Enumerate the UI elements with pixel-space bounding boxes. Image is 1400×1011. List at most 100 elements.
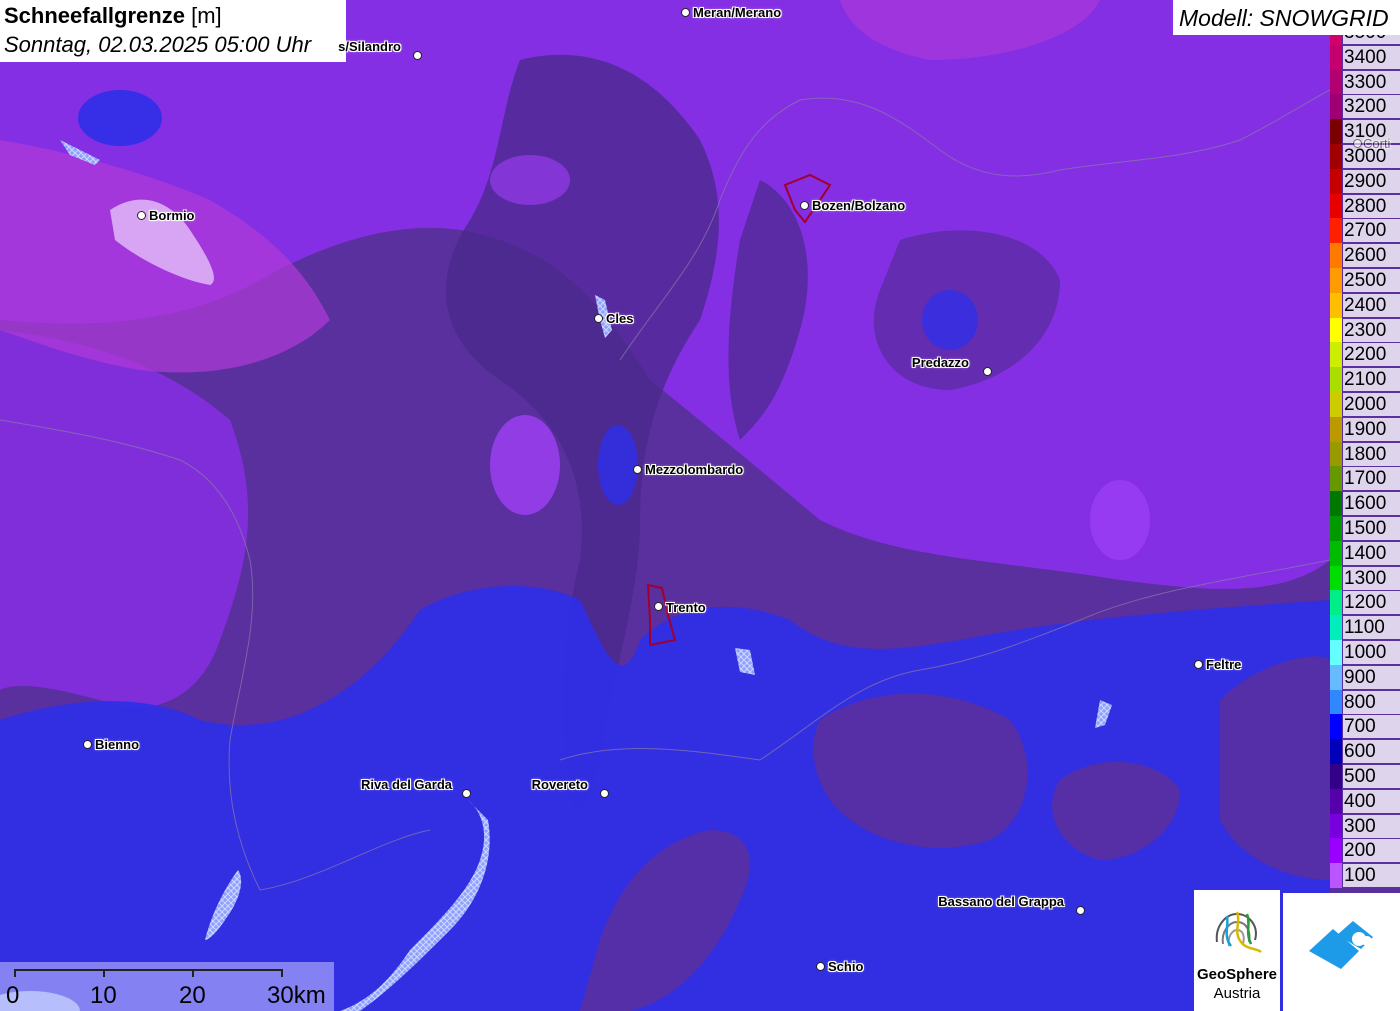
legend-label: 1400 xyxy=(1343,541,1400,565)
legend-item: 700 xyxy=(1328,714,1400,740)
legend-label: 1300 xyxy=(1343,566,1400,590)
legend-swatch xyxy=(1330,590,1342,616)
city-label: Bozen/Bolzano xyxy=(812,198,906,213)
scale-label: 10 xyxy=(90,982,117,1009)
city-label: Bienno xyxy=(95,737,140,752)
legend-swatch xyxy=(1330,813,1342,839)
city-label: Bormio xyxy=(149,208,195,223)
map-title: Schneefallgrenze [m] xyxy=(4,3,222,29)
legend-item: 2500 xyxy=(1328,268,1400,293)
legend-swatch xyxy=(1330,144,1342,169)
geosphere-logo[interactable]: GeoSphere Austria xyxy=(1194,890,1280,1011)
legend-swatch xyxy=(1330,193,1342,219)
legend-label: 200 xyxy=(1343,839,1400,863)
light-violet-patch-center xyxy=(490,415,560,515)
legend-swatch xyxy=(1330,168,1342,194)
legend-item: 2100 xyxy=(1328,367,1400,392)
legend-label: 700 xyxy=(1343,715,1400,739)
city-label: Meran/Merano xyxy=(693,5,782,20)
legend-label: 3500 xyxy=(1343,35,1400,44)
legend-label: 400 xyxy=(1343,789,1400,813)
legend-item: 2800 xyxy=(1328,193,1400,219)
legend-swatch xyxy=(1330,292,1342,318)
city-dot xyxy=(681,8,690,17)
title-unit: [m] xyxy=(191,3,222,28)
city-dot xyxy=(1353,139,1362,148)
fingerprint-icon xyxy=(1215,911,1262,954)
legend-label: 800 xyxy=(1343,690,1400,714)
city-dot xyxy=(600,789,609,798)
legend-label: 900 xyxy=(1343,665,1400,689)
legend-swatch xyxy=(1330,342,1342,368)
city-label: Corti xyxy=(1363,136,1391,151)
city-dot xyxy=(654,602,663,611)
legend-label: 300 xyxy=(1343,814,1400,838)
scale-tick xyxy=(103,969,105,977)
legend-item: 2200 xyxy=(1328,342,1400,368)
model-label: Modell: SNOWGRID xyxy=(1179,5,1389,31)
legend-label: 2700 xyxy=(1343,219,1400,243)
city-dot xyxy=(816,962,825,971)
legend-label: 1000 xyxy=(1343,641,1400,664)
city-dot xyxy=(462,789,471,798)
legend-label: 2900 xyxy=(1343,169,1400,193)
legend-swatch xyxy=(1330,35,1342,45)
snow-cloud-icon xyxy=(1309,921,1373,969)
legend-label: 2000 xyxy=(1343,393,1400,416)
legend-item: 2600 xyxy=(1328,243,1400,268)
snowfall-limit-map[interactable] xyxy=(0,0,1400,1011)
legend-swatch xyxy=(1330,788,1342,814)
legend-swatch xyxy=(1330,441,1342,467)
scale-tick xyxy=(281,969,283,977)
color-legend: 3500340033003200310030002900280027002600… xyxy=(1328,35,1400,890)
legend-label: 600 xyxy=(1343,740,1400,764)
city-label: Trento xyxy=(666,600,706,615)
legend-label: 1200 xyxy=(1343,591,1400,615)
city-label: Feltre xyxy=(1206,657,1242,672)
legend-item: 100 xyxy=(1328,863,1400,888)
city-dot xyxy=(594,314,603,323)
legend-swatch xyxy=(1330,664,1342,690)
scale-label: 30km xyxy=(267,982,326,1009)
legend-item: 300 xyxy=(1328,813,1400,839)
legend-swatch xyxy=(1330,119,1342,144)
city-dot xyxy=(633,465,642,474)
scale-line xyxy=(14,969,282,971)
city-label: Riva del Garda xyxy=(360,777,452,792)
geosphere-country: Austria xyxy=(1213,985,1261,1002)
legend-swatch xyxy=(1330,615,1342,640)
legend-item: 1500 xyxy=(1328,516,1400,541)
scale-tick xyxy=(192,969,194,977)
scale-label: 0 xyxy=(6,982,20,1009)
legend-item: 1700 xyxy=(1328,466,1400,492)
legend-item: 1100 xyxy=(1328,615,1400,640)
legend-item: 200 xyxy=(1328,838,1400,864)
legend-label: 2200 xyxy=(1343,343,1400,367)
legend-item: 1400 xyxy=(1328,540,1400,566)
legend-swatch xyxy=(1330,714,1342,740)
snowgrid-logo[interactable] xyxy=(1283,893,1400,1011)
legend-item: 1000 xyxy=(1328,640,1400,665)
legend-item: 800 xyxy=(1328,689,1400,715)
light-violet-patch-north xyxy=(490,155,570,205)
legend-swatch xyxy=(1330,94,1342,120)
city-label: Schio xyxy=(828,959,864,974)
city-dot xyxy=(983,367,992,376)
legend-item: 600 xyxy=(1328,739,1400,764)
legend-swatch xyxy=(1330,69,1342,95)
legend-swatch xyxy=(1330,764,1342,789)
title-bold: Schneefallgrenze xyxy=(4,3,185,28)
city-dot xyxy=(413,51,422,60)
legend-item: 1800 xyxy=(1328,441,1400,467)
city-dot xyxy=(1076,906,1085,915)
legend-label: 1100 xyxy=(1343,616,1400,640)
city-label: s/Silandro xyxy=(338,39,401,54)
legend-label: 2500 xyxy=(1343,269,1400,292)
blue-spot-mezzolombardo xyxy=(598,425,638,505)
legend-label: 2800 xyxy=(1343,194,1400,218)
scale-tick xyxy=(14,969,16,977)
legend-label: 2100 xyxy=(1343,368,1400,392)
legend-item: 900 xyxy=(1328,664,1400,690)
geosphere-name: GeoSphere xyxy=(1196,966,1278,983)
legend-item: 2900 xyxy=(1328,168,1400,194)
